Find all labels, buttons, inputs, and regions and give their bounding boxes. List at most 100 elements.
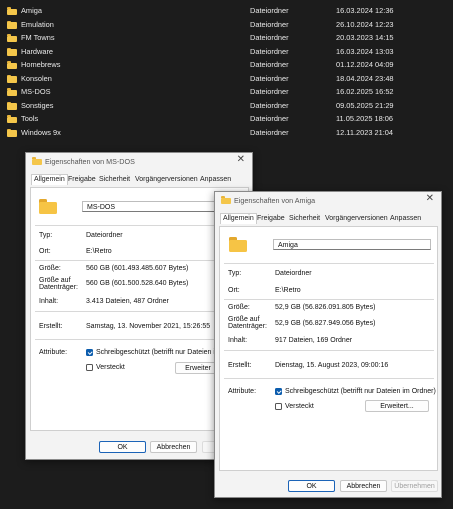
general-panel: Amiga Typ: Dateiordner Ort: E:\Retro Grö…: [219, 226, 438, 471]
file-row[interactable]: Homebrews Dateiordner 01.12.2024 04:09: [0, 58, 453, 72]
readonly-checkbox[interactable]: [86, 349, 93, 356]
file-name: FM Towns: [21, 33, 55, 42]
hidden-label: Versteckt: [285, 403, 314, 410]
cancel-button[interactable]: Abbrechen: [340, 480, 387, 492]
readonly-label: Schreibgeschützt (betrifft nur Dateien i…: [285, 388, 436, 395]
advanced-button[interactable]: Erweitert...: [365, 400, 429, 412]
folder-icon: [39, 199, 57, 214]
tab-freigabe[interactable]: Freigabe: [256, 214, 286, 223]
size-on-disk-label-2: Datenträger:: [39, 284, 78, 291]
file-type: Dateiordner: [250, 87, 289, 96]
contents-label: Inhalt:: [228, 337, 248, 344]
folder-icon: [7, 20, 17, 29]
folder-icon: [7, 101, 17, 110]
separator: [224, 350, 434, 351]
title-bar[interactable]: Eigenschaften von Amiga ✕: [215, 192, 441, 208]
file-date: 16.03.2024 12:36: [336, 6, 394, 15]
created-label: Erstellt:: [39, 323, 63, 330]
separator: [224, 263, 434, 264]
file-row[interactable]: FM Towns Dateiordner 20.03.2023 14:15: [0, 31, 453, 45]
type-value: Dateiordner: [275, 270, 312, 277]
created-value: Dienstag, 15. August 2023, 09:00:16: [275, 362, 389, 369]
type-value: Dateiordner: [86, 232, 123, 239]
file-type: Dateiordner: [250, 46, 289, 56]
tab-vorgaengerversionen[interactable]: Vorgängerversionen: [324, 214, 389, 223]
file-row[interactable]: Sonstiges Dateiordner 09.05.2025 21:29: [0, 99, 453, 113]
contents-value: 917 Dateien, 169 Ordner: [275, 337, 353, 344]
ok-button[interactable]: OK: [99, 441, 146, 453]
file-type: Dateiordner: [250, 100, 289, 110]
folder-icon: [221, 196, 231, 204]
file-name: Tools: [21, 114, 39, 123]
file-type: Dateiordner: [250, 114, 289, 123]
folder-name-input[interactable]: Amiga: [273, 239, 431, 250]
file-name: Sonstiges: [21, 100, 54, 110]
tab-allgemein[interactable]: Allgemein: [220, 213, 257, 224]
file-name: Hardware: [21, 46, 54, 56]
file-name: MS-DOS: [21, 87, 51, 96]
dialog-title: Eigenschaften von Amiga: [234, 196, 316, 205]
size-on-disk-value: 560 GB (601.500.528.640 Bytes): [86, 280, 189, 287]
close-icon[interactable]: ✕: [237, 155, 245, 165]
readonly-checkbox[interactable]: [275, 388, 282, 395]
file-type: Dateiordner: [250, 33, 289, 42]
location-value: E:\Retro: [275, 287, 301, 294]
created-label: Erstellt:: [228, 362, 252, 369]
type-label: Typ:: [39, 232, 53, 239]
file-name: Konsolen: [21, 73, 52, 83]
tab-vorgaengerversionen[interactable]: Vorgängerversionen: [134, 175, 199, 184]
apply-button[interactable]: Übernehmen: [391, 480, 438, 492]
file-date: 11.05.2025 18:06: [336, 114, 393, 123]
file-date: 18.04.2024 23:48: [336, 73, 394, 83]
file-row[interactable]: Hardware Dateiordner 16.03.2024 13:03: [0, 45, 453, 59]
file-list: Amiga Dateiordner 16.03.2024 12:36 Emula…: [0, 4, 453, 139]
file-row[interactable]: MS-DOS Dateiordner 16.02.2025 16:52: [0, 85, 453, 99]
file-row[interactable]: Tools Dateiordner 11.05.2025 18:06: [0, 112, 453, 126]
size-value: 560 GB (601.493.485.607 Bytes): [86, 265, 189, 272]
folder-icon: [7, 128, 17, 137]
created-value: Samstag, 13. November 2021, 15:26:55: [86, 323, 211, 330]
file-name: Amiga: [21, 6, 42, 15]
type-label: Typ:: [228, 270, 242, 277]
separator: [224, 378, 434, 379]
close-icon[interactable]: ✕: [426, 194, 434, 204]
size-on-disk-value: 52,9 GB (56.827.949.056 Bytes): [275, 320, 376, 327]
folder-icon: [7, 115, 17, 123]
tab-sicherheit[interactable]: Sicherheit: [98, 175, 131, 184]
folder-icon: [7, 7, 17, 15]
size-label: Größe:: [39, 265, 61, 272]
file-name: Windows 9x: [21, 127, 61, 137]
contents-label: Inhalt:: [39, 298, 59, 305]
size-value: 52,9 GB (56.826.091.805 Bytes): [275, 304, 376, 311]
tab-sicherheit[interactable]: Sicherheit: [288, 214, 321, 223]
hidden-checkbox[interactable]: [86, 364, 93, 371]
file-type: Dateiordner: [250, 73, 289, 83]
file-row[interactable]: Windows 9x Dateiordner 12.11.2023 21:04: [0, 126, 453, 140]
attributes-label: Attribute:: [228, 388, 257, 395]
hidden-checkbox[interactable]: [275, 403, 282, 410]
file-date: 01.12.2024 04:09: [336, 60, 394, 69]
size-on-disk-label-2: Datenträger:: [228, 323, 267, 330]
file-row[interactable]: Konsolen Dateiordner 18.04.2024 23:48: [0, 72, 453, 86]
folder-icon: [229, 237, 247, 252]
location-value: E:\Retro: [86, 248, 112, 255]
file-date: 20.03.2023 14:15: [336, 33, 394, 42]
tab-anpassen[interactable]: Anpassen: [199, 175, 232, 184]
file-type: Dateiordner: [250, 60, 289, 69]
folder-icon: [32, 157, 42, 165]
tab-anpassen[interactable]: Anpassen: [389, 214, 422, 223]
readonly-label: Schreibgeschützt (betrifft nur Dateien i…: [96, 349, 221, 356]
file-row[interactable]: Amiga Dateiordner 16.03.2024 12:36: [0, 4, 453, 18]
folder-icon: [7, 47, 17, 56]
file-type: Dateiordner: [250, 127, 289, 137]
tab-freigabe[interactable]: Freigabe: [67, 175, 97, 184]
file-name: Emulation: [21, 19, 54, 29]
file-row[interactable]: Emulation Dateiordner 26.10.2024 12:23: [0, 18, 453, 32]
tab-allgemein[interactable]: Allgemein: [31, 174, 68, 185]
file-date: 12.11.2023 21:04: [336, 127, 393, 137]
cancel-button[interactable]: Abbrechen: [150, 441, 197, 453]
title-bar[interactable]: Eigenschaften von MS-DOS ✕: [26, 153, 252, 169]
size-label: Größe:: [228, 304, 250, 311]
ok-button[interactable]: OK: [288, 480, 335, 492]
file-date: 26.10.2024 12:23: [336, 19, 394, 29]
